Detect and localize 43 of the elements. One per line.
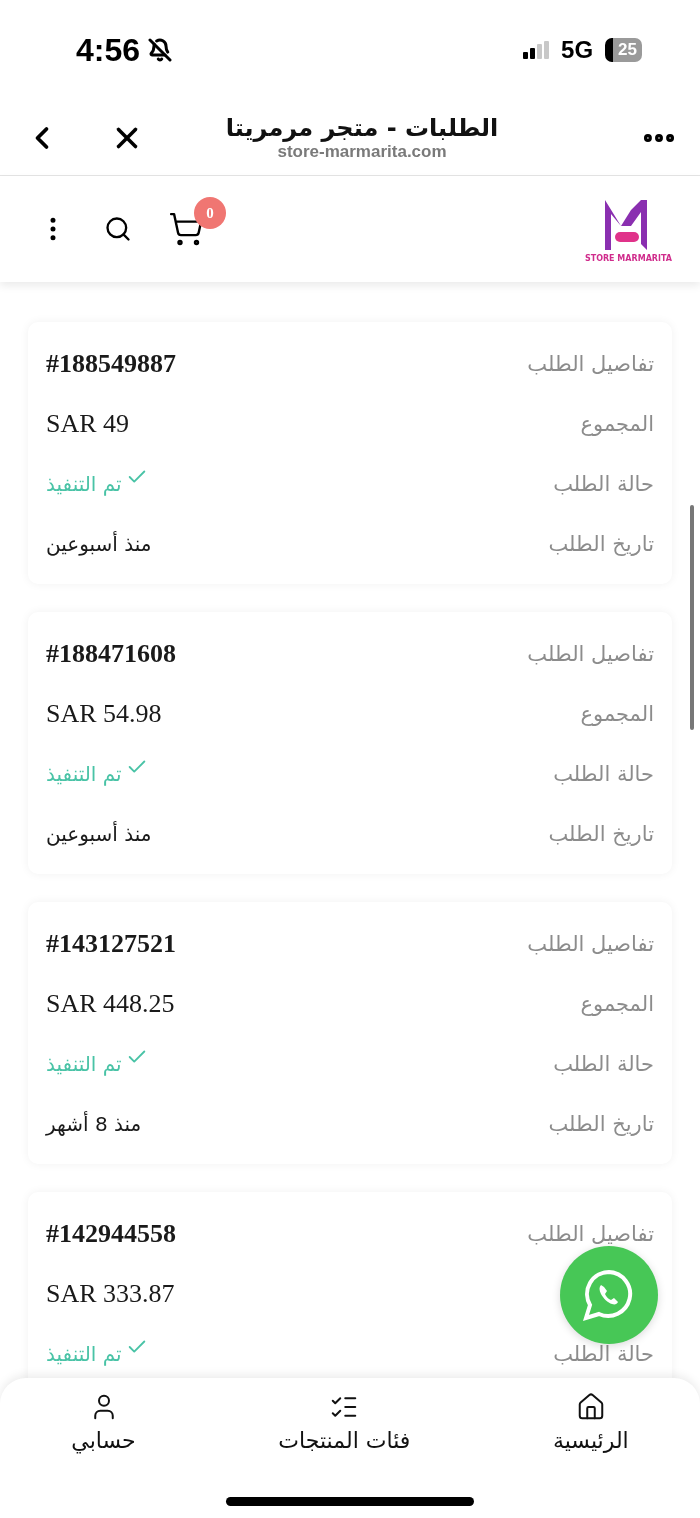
battery-level: 25	[605, 38, 642, 62]
nav-tab[interactable]: فئات المنتجات	[268, 1388, 421, 1458]
field-label: تاريخ الطلب	[548, 822, 654, 846]
bell-off-icon	[148, 38, 173, 62]
field-label: المجموع	[580, 412, 654, 436]
logo-text: STORE MARMARITA	[584, 253, 672, 263]
nav-tab[interactable]: حسابي	[61, 1388, 146, 1458]
field-label: تاريخ الطلب	[548, 532, 654, 556]
clock: 4:56	[76, 31, 141, 69]
order-date: منذ 8 أشهر	[46, 1112, 142, 1136]
order-total: SAR 448.25	[46, 989, 175, 1019]
page-url: store-marmarita.com	[277, 141, 447, 162]
search-icon[interactable]	[104, 215, 132, 243]
field-label: المجموع	[580, 702, 654, 726]
page-title: الطلبات - متجر مرمريتا	[225, 113, 499, 142]
order-number: #188471608	[46, 639, 176, 669]
order-status: تم التنفيذ	[46, 1342, 122, 1366]
field-label: حالة الطلب	[553, 1052, 654, 1076]
cart-icon[interactable]	[168, 211, 204, 247]
order-total: SAR 54.98	[46, 699, 162, 729]
cart-count: 0	[194, 197, 226, 229]
order-status: تم التنفيذ	[46, 762, 122, 786]
order-status: تم التنفيذ	[46, 472, 122, 496]
order-total: SAR 49	[46, 409, 130, 439]
nav-tab[interactable]: الرئيسية	[542, 1388, 639, 1458]
field-label: حالة الطلب	[553, 762, 654, 786]
field-label: تفاصيل الطلب	[527, 932, 654, 956]
order-total: SAR 333.87	[46, 1279, 175, 1309]
signal-icon	[523, 41, 550, 59]
order-number: #143127521	[46, 929, 176, 959]
field-label: تفاصيل الطلب	[527, 352, 654, 376]
order-status: تم التنفيذ	[46, 1052, 122, 1076]
field-label: حالة الطلب	[553, 1342, 654, 1366]
field-label: تفاصيل الطلب	[527, 642, 654, 666]
order-number: #142944558	[46, 1219, 176, 1249]
order-date: منذ أسبوعين	[46, 532, 152, 556]
field-label: تاريخ الطلب	[548, 1112, 654, 1136]
field-label: تفاصيل الطلب	[527, 1222, 654, 1246]
order-number: #188549887	[46, 349, 176, 379]
network-label: 5G	[561, 36, 594, 64]
field-label: المجموع	[580, 992, 654, 1016]
field-label: حالة الطلب	[553, 472, 654, 496]
order-date: منذ أسبوعين	[46, 822, 152, 846]
